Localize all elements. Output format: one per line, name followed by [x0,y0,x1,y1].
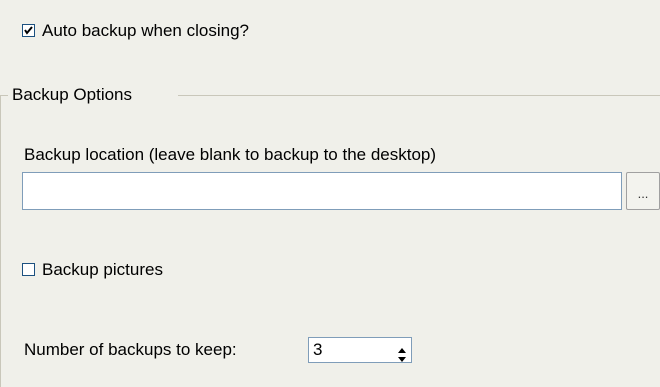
num-backups-label: Number of backups to keep: [24,340,237,359]
triangle-down-icon [398,357,406,362]
backup-pictures-label: Backup pictures [42,260,163,279]
groupbox-top-border-left [0,95,8,96]
groupbox-left-border [0,95,1,387]
spin-down-button[interactable] [395,350,409,362]
num-backups-spinner[interactable]: 3 [308,337,412,363]
auto-backup-label: Auto backup when closing? [42,21,249,40]
backup-pictures-checkbox[interactable] [22,263,35,276]
checkmark-icon [24,26,33,35]
num-backups-value: 3 [313,340,323,359]
auto-backup-checkbox[interactable] [22,24,35,37]
spinner-buttons [395,340,409,362]
backup-location-input[interactable] [22,172,622,210]
groupbox-top-border-right [178,95,660,96]
browse-button[interactable]: ... [626,172,660,210]
backup-options-title: Backup Options [10,85,135,105]
backup-location-label: Backup location (leave blank to backup t… [24,145,437,164]
spin-up-button[interactable] [395,340,409,353]
browse-button-label: ... [637,186,649,201]
